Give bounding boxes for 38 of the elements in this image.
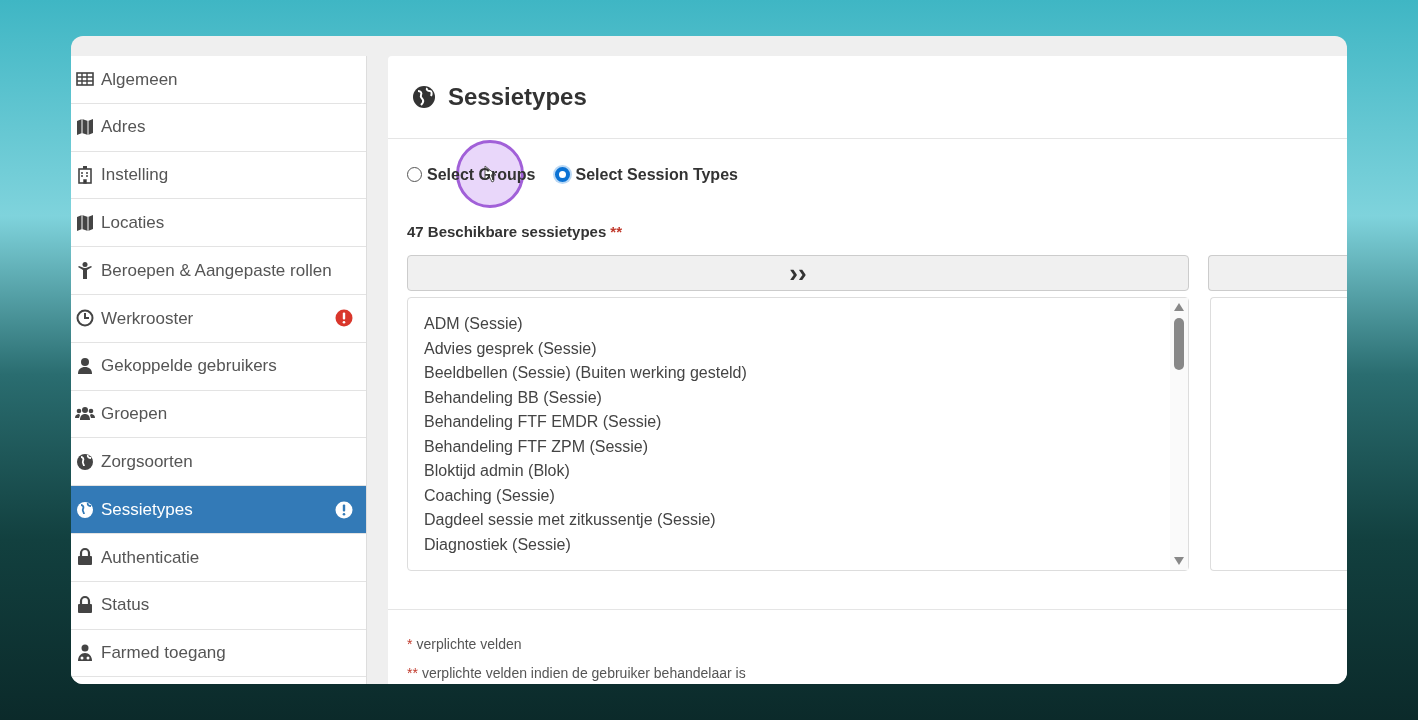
available-listbox[interactable]	[407, 297, 1189, 571]
required-marker: *	[407, 635, 413, 654]
list-option[interactable]: Advies gesprek (Sessie)	[424, 336, 1170, 361]
move-all-button[interactable]: ››	[407, 255, 1189, 291]
list-option[interactable]: Diagnostiek (Sessie)	[424, 532, 1170, 557]
scroll-down-icon[interactable]	[1173, 556, 1185, 566]
sidebar-item[interactable]: Sessietypes	[71, 486, 366, 534]
available-count-label: 47 Beschikbare sessietypes	[407, 221, 607, 242]
scroll-up-icon[interactable]	[1173, 302, 1185, 312]
list-option[interactable]: ADM (Sessie)	[424, 312, 1170, 337]
building-icon	[75, 165, 95, 185]
radio-button[interactable]	[407, 167, 422, 182]
required-marker: **	[407, 664, 418, 683]
panel-title: Sessietypes	[448, 81, 587, 112]
list-option[interactable]: Beeldbellen (Sessie) (Buiten werking gesteld)	[424, 361, 1170, 386]
list-option[interactable]: Behandeling FTF EMDR (Sessie)	[424, 410, 1170, 435]
clock-icon	[75, 308, 95, 329]
list-option[interactable]: Behandeling FTF ZPM (Sessie)	[424, 434, 1170, 459]
scrollbar[interactable]	[1170, 298, 1188, 570]
globe-icon	[75, 499, 95, 520]
globe-icon	[412, 84, 436, 109]
globe-icon	[75, 451, 95, 472]
list-option[interactable]: Coaching (Sessie)	[424, 483, 1170, 508]
list-option[interactable]: Dagdeel sessie met zitkussentje (Sessie)	[424, 508, 1170, 533]
footnote-text: verplichte velden indien de gebruiker behandelaar is	[421, 664, 746, 683]
list-option[interactable]: Behandeling BB (Sessie)	[424, 385, 1170, 410]
radio-option[interactable]: Select Session Types	[555, 162, 738, 187]
lock-icon	[75, 595, 95, 616]
scrollbar-thumb[interactable]	[1174, 318, 1184, 370]
required-marker: **	[610, 221, 622, 242]
user-icon	[75, 356, 95, 377]
list-option[interactable]: Bloktijd admin (Blok)	[424, 459, 1170, 484]
map-icon	[75, 212, 95, 233]
map-icon	[75, 117, 95, 138]
radio-button[interactable]	[555, 167, 571, 182]
footnote-text: verplichte velden	[416, 635, 522, 654]
user-medic-icon	[75, 642, 95, 663]
lock-icon	[75, 547, 95, 568]
